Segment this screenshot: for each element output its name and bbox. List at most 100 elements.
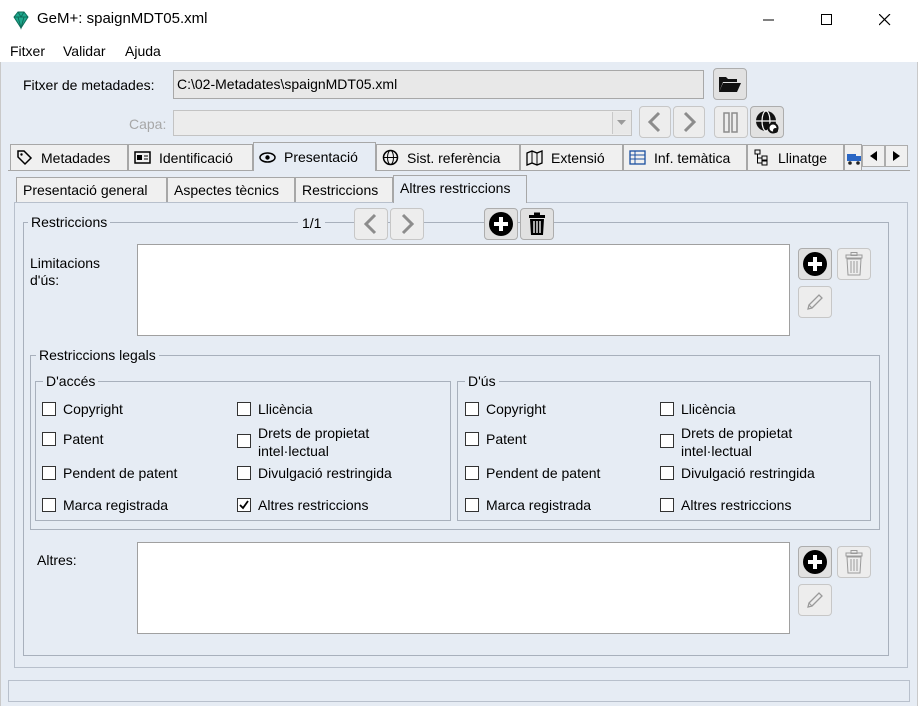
edit-limitacio-button[interactable] [798, 286, 832, 318]
tab-presentacio[interactable]: Presentació [253, 142, 376, 171]
us-drets-checkbox[interactable] [660, 434, 674, 448]
acces-marca-checkbox[interactable] [42, 498, 56, 512]
subtab-aspectes-tecnics[interactable]: Aspectes tècnics [167, 177, 295, 202]
limitacions-label-line2: d'ús: [30, 272, 60, 288]
tab-metadades[interactable]: Metadades [10, 144, 128, 170]
delete-limitacio-button[interactable] [837, 248, 871, 280]
us-divulgacio-label: Divulgació restringida [681, 465, 815, 481]
delete-record-button[interactable] [520, 208, 554, 240]
previous-record-button[interactable] [354, 208, 388, 240]
tab-label: Presentació [284, 149, 358, 165]
acces-patent-checkbox[interactable] [42, 432, 56, 446]
table-icon [629, 150, 646, 165]
add-altres-button[interactable] [798, 546, 832, 578]
acces-copyright-checkbox[interactable] [42, 402, 56, 416]
plus-circle-icon [489, 212, 513, 236]
chevron-right-icon [401, 213, 415, 235]
chevron-right-icon [683, 111, 697, 133]
restriccions-legals-legend: Restriccions legals [36, 347, 159, 363]
globe-icon [382, 149, 399, 166]
us-pendent-checkbox[interactable] [465, 466, 479, 480]
add-record-button[interactable] [484, 208, 518, 240]
us-llicencia-label: Llicència [681, 401, 736, 417]
tab-inf-tematica[interactable]: Inf. temàtica [623, 144, 747, 170]
maximize-icon [821, 14, 832, 25]
us-altres-checkbox[interactable] [660, 498, 674, 512]
us-copyright-checkbox[interactable] [465, 402, 479, 416]
us-marca-checkbox[interactable] [465, 498, 479, 512]
us-altres-label: Altres restriccions [681, 497, 792, 513]
layer-label: Capa: [129, 116, 167, 132]
window-title: GeM+: spaignMDT05.xml [37, 10, 208, 27]
plus-circle-icon [803, 252, 827, 276]
chevron-down-icon [617, 120, 626, 125]
previous-layer-button[interactable] [639, 106, 671, 138]
close-icon [879, 14, 891, 26]
us-marca-label: Marca registrada [486, 497, 592, 513]
altres-label: Altres: [37, 552, 77, 568]
acces-patent-label: Patent [63, 431, 104, 447]
add-limitacio-button[interactable] [798, 248, 832, 280]
close-button[interactable] [862, 0, 908, 40]
tab-identificacio[interactable]: Identificació [128, 144, 253, 170]
subtab-restriccions[interactable]: Restriccions [295, 177, 393, 202]
status-bar [8, 680, 910, 702]
acces-drets-checkbox[interactable] [237, 434, 251, 448]
diamond-icon [13, 11, 29, 30]
open-file-button[interactable] [713, 68, 747, 100]
truck-icon [847, 153, 861, 165]
minimize-icon [763, 19, 774, 21]
map-icon [526, 150, 543, 166]
file-path-field[interactable]: C:\02-Metadates\spaignMDT05.xml [173, 70, 704, 99]
tab-label: Llinatge [778, 149, 828, 166]
us-divulgacio-checkbox[interactable] [660, 466, 674, 480]
acces-divulgacio-checkbox[interactable] [237, 466, 251, 480]
folder-open-icon [719, 77, 741, 92]
edit-altres-button[interactable] [798, 584, 832, 616]
acces-llicencia-label: Llicència [258, 401, 313, 417]
menu-validar[interactable]: Validar [63, 43, 106, 59]
pencil-icon [807, 294, 823, 310]
record-counter: 1/1 [298, 215, 326, 231]
delete-altres-button[interactable] [837, 546, 871, 578]
globe-link-icon [756, 110, 779, 134]
us-llicencia-checkbox[interactable] [660, 402, 674, 416]
chevron-left-icon [647, 111, 661, 133]
layer-select[interactable] [173, 110, 632, 136]
subtab-altres-restriccions[interactable]: Altres restriccions [393, 175, 527, 203]
altres-textarea[interactable] [137, 542, 790, 634]
us-pendent-label: Pendent de patent [486, 465, 601, 481]
menu-fitxer[interactable]: Fitxer [10, 43, 45, 59]
tab-divider [8, 170, 910, 171]
layer-dropdown-button[interactable] [612, 112, 631, 134]
next-record-button[interactable] [390, 208, 424, 240]
acces-copyright-label: Copyright [63, 401, 123, 417]
tab-overflow[interactable] [844, 144, 862, 170]
trash-icon [845, 252, 863, 276]
subtab-presentacio-general[interactable]: Presentació general [16, 177, 167, 202]
menu-ajuda[interactable]: Ajuda [125, 43, 161, 59]
globe-link-button[interactable] [750, 106, 784, 138]
minimize-button[interactable] [746, 0, 792, 40]
tab-llinatge[interactable]: Llinatge [747, 144, 844, 170]
tab-label: Identificació [159, 149, 233, 166]
tab-extensio[interactable]: Extensió [520, 144, 623, 170]
tabs-scroll-right-button[interactable] [885, 145, 908, 167]
tabs-scroll-left-button[interactable] [862, 145, 885, 167]
id-card-icon [134, 151, 151, 164]
acces-altres-checkbox[interactable] [237, 498, 251, 512]
acces-llicencia-checkbox[interactable] [237, 402, 251, 416]
limitacions-textarea[interactable] [137, 244, 790, 336]
acces-drets-label-line2: intel·lectual [258, 443, 329, 459]
acces-pendent-checkbox[interactable] [42, 466, 56, 480]
tree-icon [754, 149, 768, 166]
columns-button[interactable] [714, 106, 748, 138]
maximize-button[interactable] [804, 0, 850, 40]
checkmark-icon [239, 500, 249, 510]
us-patent-checkbox[interactable] [465, 432, 479, 446]
tab-sist-referencia[interactable]: Sist. referència [376, 144, 520, 170]
us-drets-label-line1: Drets de propietat [681, 425, 793, 441]
triangle-left-icon [869, 151, 877, 161]
tab-label: Metadades [41, 149, 111, 166]
next-layer-button[interactable] [673, 106, 705, 138]
